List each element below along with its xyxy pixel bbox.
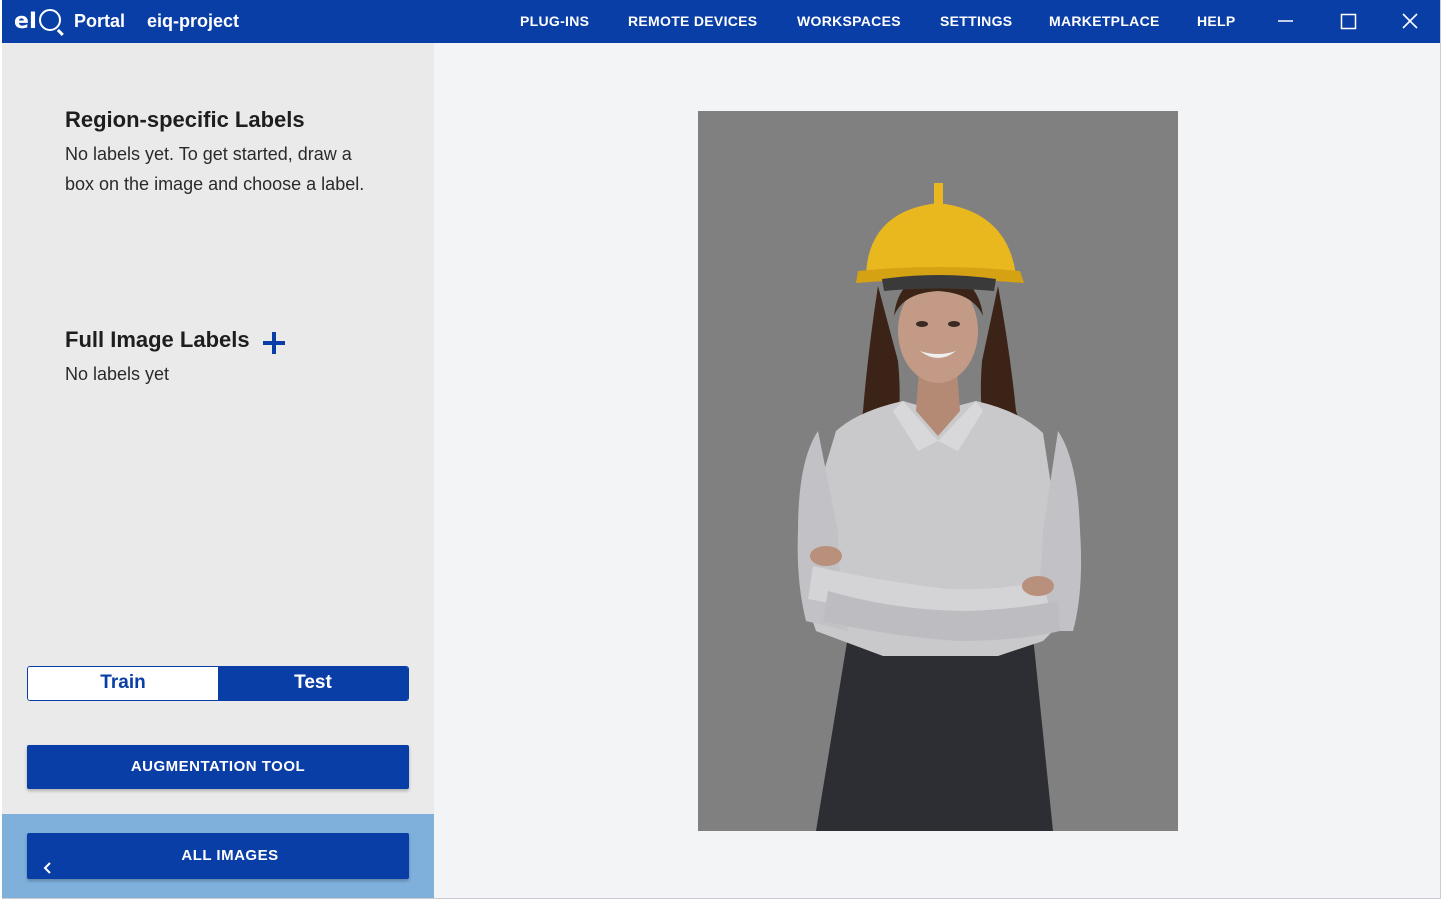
- nav-marketplace[interactable]: MARKETPLACE: [1049, 0, 1160, 43]
- app-name[interactable]: Portal: [74, 0, 125, 43]
- test-toggle-button[interactable]: Test: [218, 667, 408, 700]
- maximize-icon[interactable]: [1333, 6, 1363, 36]
- train-test-toggle: Train Test: [27, 666, 409, 701]
- nav-help[interactable]: HELP: [1197, 0, 1236, 43]
- train-toggle-button[interactable]: Train: [28, 667, 218, 700]
- region-labels-empty-text: No labels yet. To get started, draw a bo…: [65, 144, 365, 194]
- title-bar: eI Portal eiq-project PLUG-INS REMOTE DE…: [2, 0, 1440, 43]
- chevron-left-icon: [41, 848, 55, 874]
- full-image-labels-title: Full Image Labels: [65, 327, 250, 352]
- labeling-image[interactable]: [698, 111, 1178, 831]
- region-labels-title: Region-specific Labels: [65, 107, 305, 132]
- minimize-icon[interactable]: [1270, 6, 1300, 36]
- all-images-label: ALL IMAGES: [181, 847, 279, 864]
- label-sidebar: Region-specific Labels No labels yet. To…: [2, 43, 434, 898]
- all-images-button[interactable]: ALL IMAGES: [27, 833, 409, 879]
- close-icon[interactable]: [1395, 6, 1425, 36]
- nav-plugins[interactable]: PLUG-INS: [520, 0, 589, 43]
- project-name[interactable]: eiq-project: [147, 0, 239, 43]
- app-window: eI Portal eiq-project PLUG-INS REMOTE DE…: [2, 0, 1441, 899]
- worker-photo: [698, 111, 1178, 831]
- augmentation-tool-button[interactable]: AUGMENTATION TOOL: [27, 745, 409, 789]
- nav-workspaces[interactable]: WORKSPACES: [797, 0, 901, 43]
- nav-settings[interactable]: SETTINGS: [940, 0, 1012, 43]
- image-canvas-area: [434, 43, 1440, 898]
- plus-icon[interactable]: [261, 330, 287, 356]
- sidebar-footer: ALL IMAGES: [2, 814, 434, 898]
- full-image-labels-empty-text: No labels yet: [65, 364, 170, 384]
- eiq-logo[interactable]: eI: [14, 8, 62, 34]
- nav-remote-devices[interactable]: REMOTE DEVICES: [628, 0, 757, 43]
